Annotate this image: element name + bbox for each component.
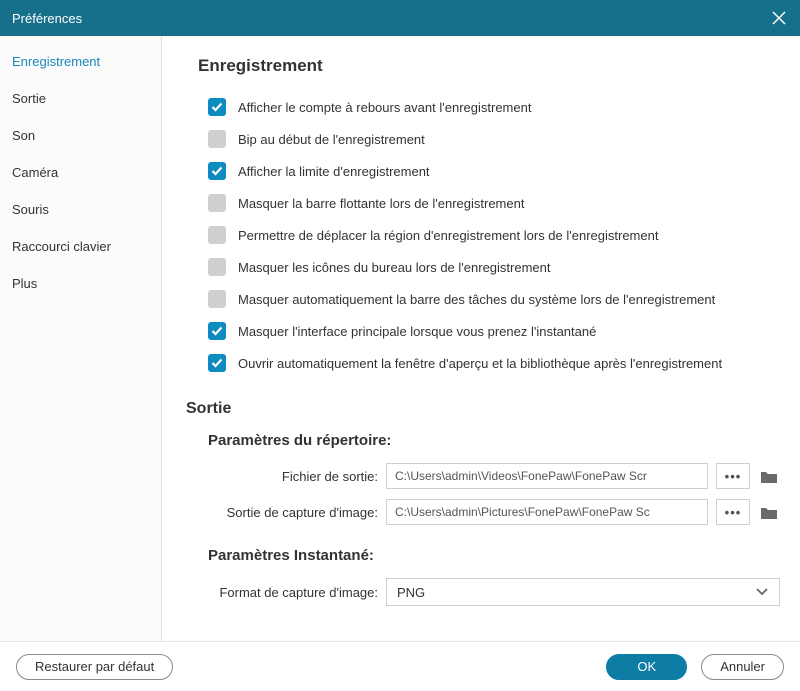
recording-option-checkbox[interactable]	[208, 130, 226, 148]
recording-option-row: Afficher le compte à rebours avant l'enr…	[208, 98, 780, 116]
restore-defaults-button[interactable]: Restaurer par défaut	[16, 654, 173, 680]
dialog-body: Enregistrement Sortie Son Caméra Souris …	[0, 36, 800, 641]
recording-option-label: Bip au début de l'enregistrement	[238, 132, 425, 147]
directory-row: Fichier de sortie: C:\Users\admin\Videos\…	[208, 463, 780, 489]
main-panel: Enregistrement Afficher le compte à rebo…	[162, 36, 800, 641]
close-icon	[772, 11, 786, 25]
recording-option-checkbox[interactable]	[208, 194, 226, 212]
format-label: Format de capture d'image:	[208, 585, 378, 600]
window-title: Préférences	[12, 11, 82, 26]
recording-option-checkbox[interactable]	[208, 322, 226, 340]
sidebar-item-label: Caméra	[12, 165, 58, 180]
recording-option-label: Afficher le compte à rebours avant l'enr…	[238, 100, 531, 115]
recording-option-checkbox[interactable]	[208, 290, 226, 308]
sidebar-item-label: Son	[12, 128, 35, 143]
check-icon	[211, 102, 223, 112]
subheading-directory: Paramètres du répertoire:	[208, 432, 780, 449]
sidebar-item-raccourci[interactable]: Raccourci clavier	[10, 239, 161, 254]
recording-option-row: Masquer les icônes du bureau lors de l'e…	[208, 258, 780, 276]
recording-option-checkbox[interactable]	[208, 354, 226, 372]
ok-label: OK	[637, 659, 656, 674]
close-button[interactable]	[770, 9, 788, 27]
directory-row: Sortie de capture d'image: C:\Users\admin…	[208, 499, 780, 525]
footer-right-group: OK Annuler	[606, 654, 784, 680]
recording-option-row: Masquer l'interface principale lorsque v…	[208, 322, 780, 340]
sidebar-item-enregistrement[interactable]: Enregistrement	[10, 54, 161, 69]
folder-icon	[760, 469, 778, 484]
sidebar-item-camera[interactable]: Caméra	[10, 165, 161, 180]
sidebar-item-souris[interactable]: Souris	[10, 202, 161, 217]
recording-option-label: Permettre de déplacer la région d'enregi…	[238, 228, 658, 243]
directory-label: Sortie de capture d'image:	[208, 505, 378, 520]
cancel-label: Annuler	[720, 659, 765, 674]
directory-path-input[interactable]: C:\Users\admin\Videos\FonePaw\FonePaw Sc…	[386, 463, 708, 489]
recording-option-label: Masquer l'interface principale lorsque v…	[238, 324, 596, 339]
sidebar-item-label: Sortie	[12, 91, 46, 106]
sidebar-item-label: Plus	[12, 276, 37, 291]
format-select[interactable]: PNG	[386, 578, 780, 606]
recording-option-label: Masquer automatiquement la barre des tâc…	[238, 292, 715, 307]
recording-option-checkbox[interactable]	[208, 98, 226, 116]
recording-option-row: Permettre de déplacer la région d'enregi…	[208, 226, 780, 244]
browse-button[interactable]: •••	[716, 463, 750, 489]
recording-option-row: Ouvrir automatiquement la fenêtre d'aper…	[208, 354, 780, 372]
recording-option-label: Ouvrir automatiquement la fenêtre d'aper…	[238, 356, 722, 371]
browse-button[interactable]: •••	[716, 499, 750, 525]
check-icon	[211, 326, 223, 336]
directory-label: Fichier de sortie:	[208, 469, 378, 484]
sidebar-item-label: Souris	[12, 202, 49, 217]
recording-option-checkbox[interactable]	[208, 258, 226, 276]
recording-option-label: Masquer les icônes du bureau lors de l'e…	[238, 260, 550, 275]
recording-option-checkbox[interactable]	[208, 226, 226, 244]
sidebar-item-plus[interactable]: Plus	[10, 276, 161, 291]
recording-option-label: Afficher la limite d'enregistrement	[238, 164, 430, 179]
sidebar-item-son[interactable]: Son	[10, 128, 161, 143]
sidebar-item-label: Enregistrement	[12, 54, 100, 69]
recording-option-row: Afficher la limite d'enregistrement	[208, 162, 780, 180]
recording-option-row: Masquer automatiquement la barre des tâc…	[208, 290, 780, 308]
footer: Restaurer par défaut OK Annuler	[0, 641, 800, 691]
directory-path-input[interactable]: C:\Users\admin\Pictures\FonePaw\FonePaw …	[386, 499, 708, 525]
open-folder-button[interactable]	[758, 465, 780, 487]
check-icon	[211, 358, 223, 368]
open-folder-button[interactable]	[758, 501, 780, 523]
chevron-down-icon	[755, 587, 769, 597]
recording-option-row: Bip au début de l'enregistrement	[208, 130, 780, 148]
ok-button[interactable]: OK	[606, 654, 687, 680]
cancel-button[interactable]: Annuler	[701, 654, 784, 680]
restore-defaults-label: Restaurer par défaut	[35, 659, 154, 674]
folder-icon	[760, 505, 778, 520]
recording-option-row: Masquer la barre flottante lors de l'enr…	[208, 194, 780, 212]
sidebar-item-label: Raccourci clavier	[12, 239, 111, 254]
recording-option-checkbox[interactable]	[208, 162, 226, 180]
sidebar: Enregistrement Sortie Son Caméra Souris …	[0, 36, 162, 641]
format-value: PNG	[397, 585, 425, 600]
sidebar-item-sortie[interactable]: Sortie	[10, 91, 161, 106]
format-row: Format de capture d'image: PNG	[208, 578, 780, 606]
subheading-snapshot: Paramètres Instantané:	[208, 547, 780, 564]
titlebar: Préférences	[0, 0, 800, 36]
section-heading-sortie: Sortie	[186, 400, 780, 418]
section-heading-enregistrement: Enregistrement	[198, 56, 780, 76]
recording-option-label: Masquer la barre flottante lors de l'enr…	[238, 196, 524, 211]
check-icon	[211, 166, 223, 176]
